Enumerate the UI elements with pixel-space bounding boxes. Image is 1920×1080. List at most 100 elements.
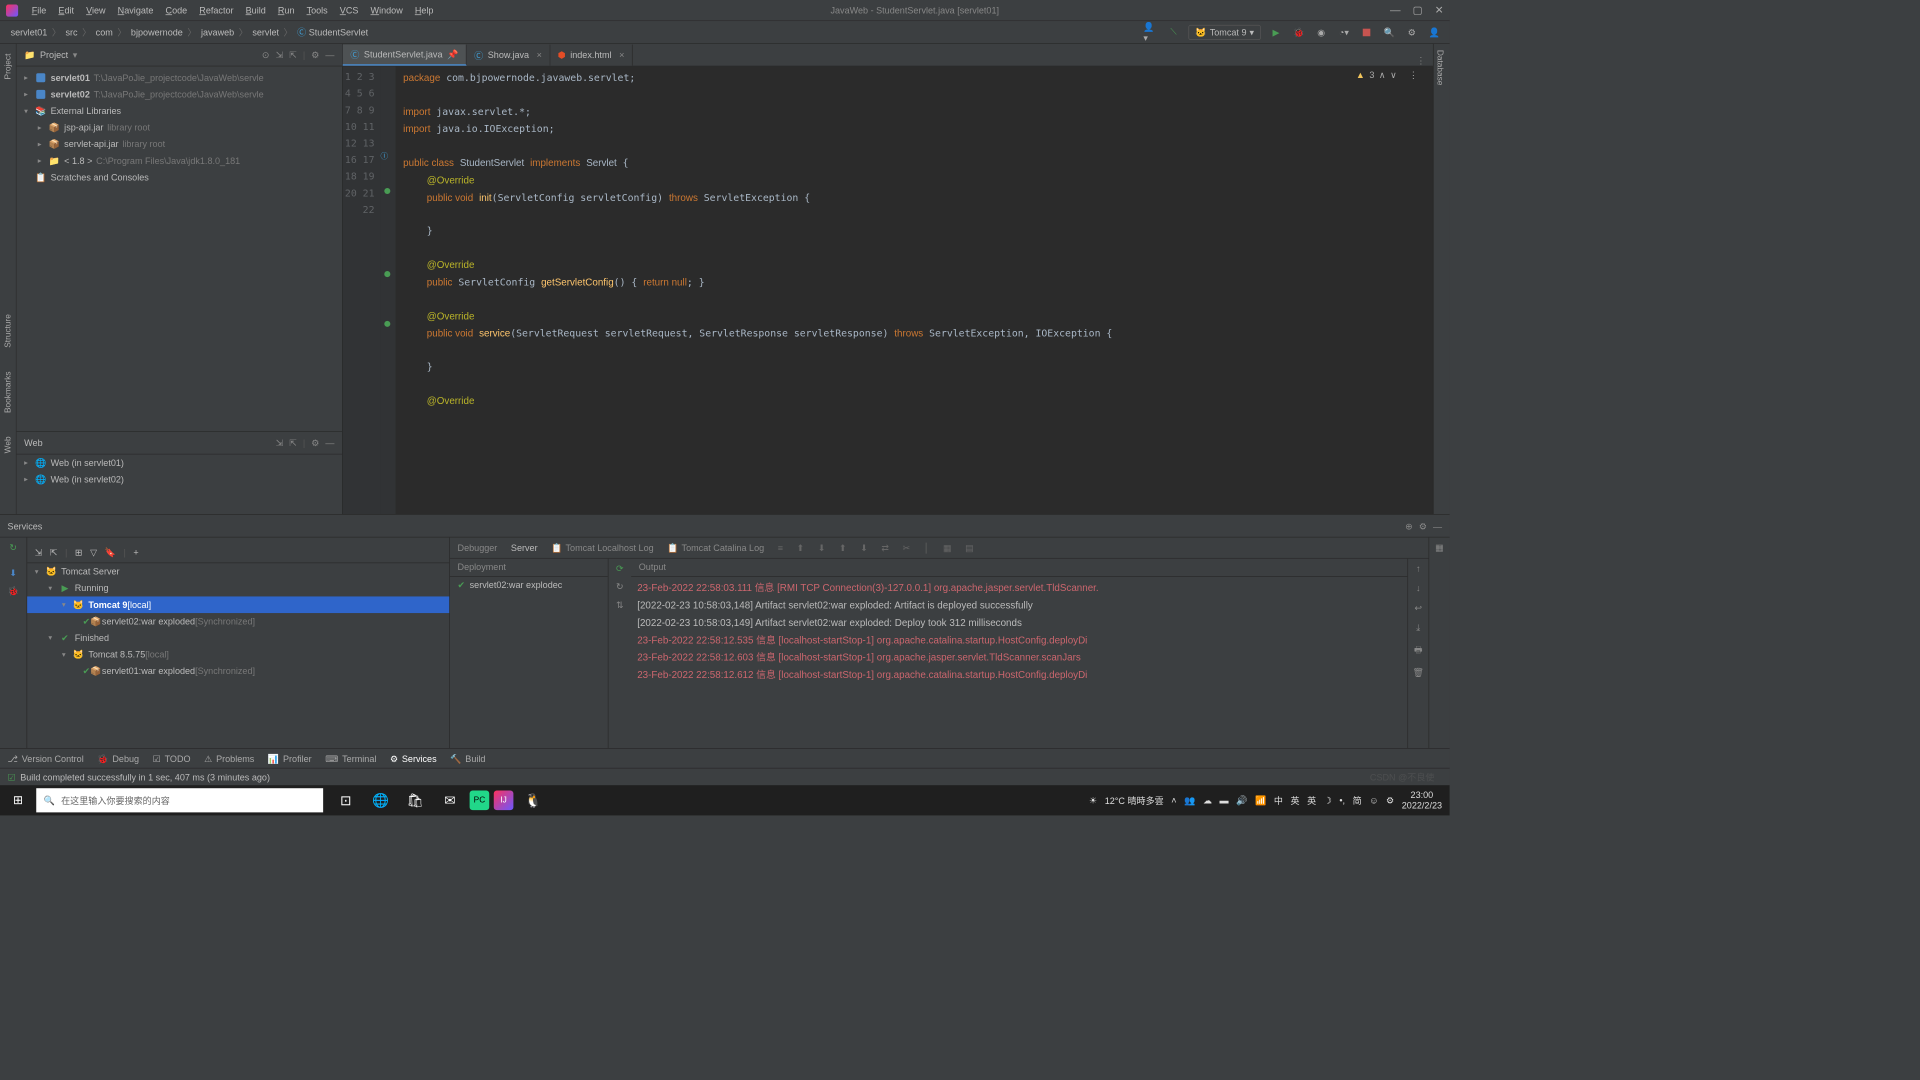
rerun-icon[interactable]: ↻ xyxy=(9,542,17,553)
svc-action-icon[interactable]: ≡ xyxy=(778,542,783,553)
tray-battery-icon[interactable]: ▬ xyxy=(1220,795,1229,806)
clock-time[interactable]: 23:00 xyxy=(1402,790,1442,801)
code-editor[interactable]: package com.bjpowernode.javaweb.servlet;… xyxy=(396,66,1433,514)
menu-refactor[interactable]: Refactor xyxy=(193,5,239,16)
editor-tab[interactable]: ⬢index.html× xyxy=(550,45,632,66)
avatar-icon[interactable]: 👤 xyxy=(1427,25,1442,40)
update-icon[interactable]: ⇅ xyxy=(616,599,624,610)
expand-icon[interactable]: ⇲ xyxy=(276,438,284,449)
svc-action-icon[interactable]: ▤ xyxy=(965,542,974,553)
output-console[interactable]: 23-Feb-2022 22:58:03.111 信息 [RMI TCP Con… xyxy=(631,577,1407,748)
intellij-icon[interactable]: IJ xyxy=(494,790,514,810)
taskbar-search[interactable]: 🔍 在这里输入你要搜索的内容 xyxy=(36,788,323,812)
moon-icon[interactable]: ☽ xyxy=(1324,795,1332,806)
qq-icon[interactable]: 🐧 xyxy=(518,785,548,815)
task-view-icon[interactable]: ⊡ xyxy=(331,785,361,815)
hide-icon[interactable]: — xyxy=(325,49,334,60)
search-button[interactable]: 🔍 xyxy=(1382,25,1397,40)
tree-row[interactable]: 📋Scratches and Consoles xyxy=(17,169,342,186)
bottom-tab-build[interactable]: 🔨Build xyxy=(450,753,485,764)
project-tree[interactable]: ▸servlet01T:\JavaPoJie_projectcode\JavaW… xyxy=(17,66,342,431)
down-icon[interactable]: ↓ xyxy=(1416,583,1421,594)
svc-action-icon[interactable]: ✂ xyxy=(903,542,911,553)
prev-highlight-icon[interactable]: ∧ xyxy=(1379,69,1386,80)
project-tool-tab[interactable]: Project xyxy=(2,48,14,86)
collapse-icon[interactable]: ⇱ xyxy=(50,547,58,558)
menu-edit[interactable]: Edit xyxy=(52,5,80,16)
svc-action-icon[interactable]: │ xyxy=(924,542,930,553)
store-icon[interactable]: 🛍 xyxy=(400,785,430,815)
bottom-tab-terminal[interactable]: ⌨Terminal xyxy=(325,753,376,764)
up-icon[interactable]: ↑ xyxy=(1416,563,1421,574)
group-icon[interactable]: ⊞ xyxy=(75,547,83,558)
menu-run[interactable]: Run xyxy=(272,5,301,16)
hide-icon[interactable]: — xyxy=(325,438,334,449)
menu-code[interactable]: Code xyxy=(159,5,193,16)
dots-icon[interactable]: •, xyxy=(1339,795,1345,806)
bottom-tab-profiler[interactable]: 📊Profiler xyxy=(268,753,312,764)
gear-icon[interactable]: ⚙ xyxy=(1419,521,1427,532)
scroll-icon[interactable]: ⤓ xyxy=(1416,622,1420,633)
bottom-tab-problems[interactable]: ⚠Problems xyxy=(204,753,254,764)
debug-button[interactable]: 🐞 xyxy=(1291,25,1306,40)
tray-onedrive-icon[interactable]: ☁ xyxy=(1203,795,1212,806)
web-tool-tab[interactable]: Web xyxy=(2,430,14,459)
bookmark-icon[interactable]: 🔖 xyxy=(105,547,116,558)
menu-vcs[interactable]: VCS xyxy=(334,5,365,16)
ime-lang[interactable]: 中 xyxy=(1274,794,1283,807)
crumb-3[interactable]: bjpowernode xyxy=(128,27,186,38)
pycharm-icon[interactable]: PC xyxy=(470,790,490,810)
start-button[interactable]: ⊞ xyxy=(0,785,36,815)
crumb-5[interactable]: servlet xyxy=(249,27,282,38)
tray-volume-icon[interactable]: 🔊 xyxy=(1236,795,1247,806)
layout-icon[interactable]: ▦ xyxy=(1435,542,1444,553)
svc-action-icon[interactable]: ⬇ xyxy=(860,542,868,553)
wrap-icon[interactable]: ↩ xyxy=(1414,602,1422,613)
chevron-down-icon[interactable]: ▾ xyxy=(73,49,78,60)
services-tree-row[interactable]: ▾🐱Tomcat 9 [local] xyxy=(27,596,449,613)
gear-icon[interactable]: ⚙ xyxy=(311,438,319,449)
crumb-1[interactable]: src xyxy=(62,27,80,38)
more-icon[interactable]: ⋮ xyxy=(1409,69,1418,80)
expand-icon[interactable]: ⇲ xyxy=(35,547,43,558)
ime-1[interactable]: 英 xyxy=(1307,794,1316,807)
tray-people-icon[interactable]: 👥 xyxy=(1184,795,1195,806)
tree-row[interactable]: ▸📦jsp-api.jarlibrary root xyxy=(17,119,342,136)
crumb-0[interactable]: servlet01 xyxy=(8,27,51,38)
svc-tab[interactable]: Server xyxy=(511,542,538,553)
maximize-button[interactable]: ▢ xyxy=(1413,4,1423,17)
deployment-item[interactable]: ✔ servlet02:war explodec xyxy=(450,577,608,594)
bottom-tab-todo[interactable]: ☑TODO xyxy=(153,753,191,764)
tree-row[interactable]: ▾📚External Libraries xyxy=(17,103,342,120)
ime-2[interactable]: 简 xyxy=(1353,794,1362,807)
menu-build[interactable]: Build xyxy=(240,5,272,16)
edge-icon[interactable]: 🌐 xyxy=(365,785,395,815)
minimize-button[interactable]: — xyxy=(1390,4,1401,17)
warning-icon[interactable]: ▲ xyxy=(1356,69,1365,80)
services-tree[interactable]: ▾🐱Tomcat Server▾▶Running▾🐱Tomcat 9 [loca… xyxy=(27,563,449,679)
crumb-6[interactable]: Ⓒ StudentServlet xyxy=(294,27,371,38)
debug-icon[interactable]: 🐞 xyxy=(8,586,19,597)
chevron-up-icon[interactable]: ˄ xyxy=(1171,795,1176,806)
services-tree-row[interactable]: ▾✔Finished xyxy=(27,630,449,647)
crumb-4[interactable]: javaweb xyxy=(198,27,237,38)
clear-icon[interactable]: 🗑 xyxy=(1413,667,1425,678)
bookmarks-tool-tab[interactable]: Bookmarks xyxy=(2,365,14,419)
services-tree-row[interactable]: ✔📦servlet02:war exploded [Synchronized] xyxy=(27,613,449,630)
web-tree[interactable]: ▸🌐Web (in servlet01)▸🌐Web (in servlet02) xyxy=(17,455,342,488)
web-tree-row[interactable]: ▸🌐Web (in servlet02) xyxy=(17,471,342,488)
run-button[interactable]: ▶ xyxy=(1268,25,1283,40)
build-icon[interactable]: ⟍ xyxy=(1166,25,1181,40)
tree-row[interactable]: ▸servlet01T:\JavaPoJie_projectcode\JavaW… xyxy=(17,69,342,86)
services-tree-row[interactable]: ▾▶Running xyxy=(27,580,449,597)
tree-row[interactable]: ▸📁< 1.8 >C:\Program Files\Java\jdk1.8.0_… xyxy=(17,153,342,170)
menu-navigate[interactable]: Navigate xyxy=(112,5,160,16)
ime-mode[interactable]: 英 xyxy=(1290,794,1299,807)
svc-tab[interactable]: 📋Tomcat Catalina Log xyxy=(667,542,764,553)
web-tree-row[interactable]: ▸🌐Web (in servlet01) xyxy=(17,455,342,472)
editor-tab[interactable]: ⒸStudentServlet.java📌 xyxy=(343,45,467,66)
restart-icon[interactable]: ⟳ xyxy=(616,563,624,574)
services-tree-row[interactable]: ▾🐱Tomcat 8.5.75 [local] xyxy=(27,646,449,663)
settings-button[interactable]: ⚙ xyxy=(1404,25,1419,40)
svc-action-icon[interactable]: ⬇ xyxy=(818,542,826,553)
